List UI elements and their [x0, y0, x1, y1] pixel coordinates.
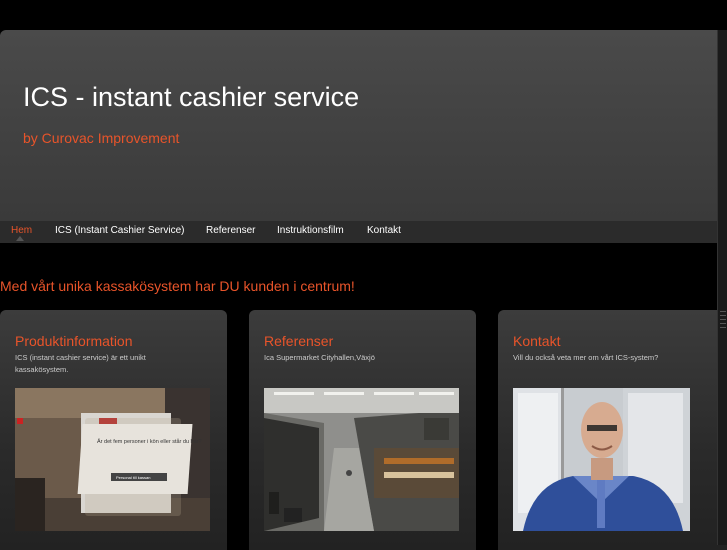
screen-button-text: Personal till kassan	[116, 475, 150, 480]
card-title[interactable]: Produktinformation	[15, 333, 133, 349]
nav-item-instruktionsfilm[interactable]: Instruktionsfilm	[277, 225, 344, 236]
contact-person-image[interactable]	[513, 388, 690, 531]
nav-item-referenser[interactable]: Referenser	[206, 225, 255, 236]
cashier-screen-image[interactable]: Är det fem personer i kön eller står du …	[15, 388, 210, 531]
nav-item-hem[interactable]: Hem	[11, 225, 32, 236]
screen-text: Är det fem personer i kön eller står du …	[97, 438, 202, 445]
card-produktinformation: Produktinformation ICS (instant cashier …	[0, 310, 227, 550]
card-referenser: Referenser Ica Supermarket Cityhallen,Vä…	[249, 310, 476, 550]
card-text: Vill du också veta mer om vårt ICS-syste…	[513, 353, 659, 362]
scrollbar-grip-icon[interactable]	[720, 308, 726, 348]
nav-item-kontakt[interactable]: Kontakt	[367, 225, 401, 236]
main-navigation: Hem ICS (Instant Cashier Service) Refere…	[0, 220, 727, 243]
card-title[interactable]: Kontakt	[513, 333, 560, 349]
page-tagline: Med vårt unika kassakösystem har DU kund…	[0, 278, 355, 294]
card-text: Ica Supermarket Cityhallen,Växjö	[264, 353, 375, 362]
vertical-scrollbar[interactable]	[717, 30, 727, 545]
card-kontakt: Kontakt Vill du också veta mer om vårt I…	[498, 310, 727, 550]
card-title[interactable]: Referenser	[264, 333, 333, 349]
site-header: ICS - instant cashier service by Curovac…	[0, 30, 727, 220]
card-text: ICS (instant cashier service) är ett uni…	[15, 353, 146, 374]
nav-item-ics[interactable]: ICS (Instant Cashier Service)	[55, 225, 185, 236]
active-nav-indicator	[16, 236, 24, 241]
site-title[interactable]: ICS - instant cashier service	[23, 82, 359, 113]
site-subtitle: by Curovac Improvement	[23, 130, 180, 146]
supermarket-image[interactable]	[264, 388, 459, 531]
